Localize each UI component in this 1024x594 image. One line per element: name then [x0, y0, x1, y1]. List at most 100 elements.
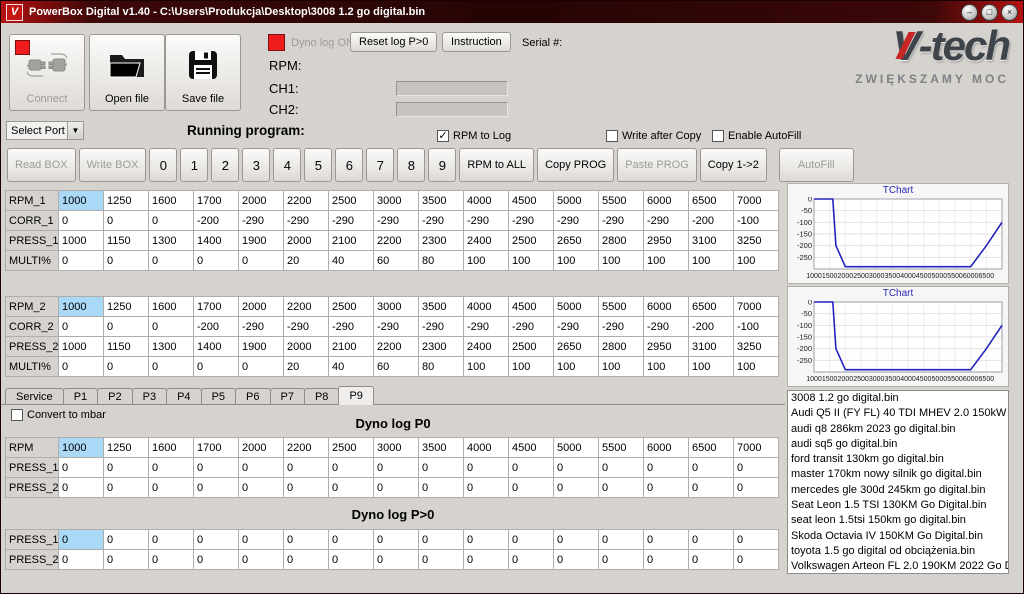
- grid-cell[interactable]: 0: [329, 530, 374, 550]
- file-list-item[interactable]: ford transit 130km go digital.bin: [788, 452, 1008, 467]
- grid-cell[interactable]: 2500: [509, 337, 554, 357]
- grid-cell[interactable]: -290: [464, 317, 509, 337]
- grid-cell[interactable]: 1000: [59, 191, 104, 211]
- grid-cell[interactable]: 2800: [599, 231, 644, 251]
- grid-cell[interactable]: 100: [734, 251, 779, 271]
- grid-cell[interactable]: 100: [554, 357, 599, 377]
- grid-cell[interactable]: 1700: [194, 297, 239, 317]
- grid-cell[interactable]: 0: [149, 458, 194, 478]
- grid-cell[interactable]: 2400: [464, 231, 509, 251]
- grid-cell[interactable]: 0: [644, 550, 689, 570]
- grid-cell[interactable]: 0: [329, 550, 374, 570]
- grid-cell[interactable]: -290: [284, 317, 329, 337]
- grid-cell[interactable]: 0: [689, 550, 734, 570]
- grid-cell[interactable]: 3000: [374, 297, 419, 317]
- maximize-button[interactable]: □: [981, 4, 998, 21]
- grid-cell[interactable]: 1300: [149, 231, 194, 251]
- grid-cell[interactable]: 2200: [284, 297, 329, 317]
- grid-cell[interactable]: 0: [104, 458, 149, 478]
- grid-cell[interactable]: 2400: [464, 337, 509, 357]
- grid-cell[interactable]: -290: [284, 211, 329, 231]
- grid-cell[interactable]: 2650: [554, 231, 599, 251]
- grid-cell[interactable]: 0: [284, 478, 329, 498]
- grid-cell[interactable]: 4500: [509, 438, 554, 458]
- grid-cell[interactable]: 100: [689, 251, 734, 271]
- grid-cell[interactable]: 3000: [374, 191, 419, 211]
- grid-cell[interactable]: 2100: [329, 231, 374, 251]
- file-list-item[interactable]: seat leon 1.5tsi 150km go digital.bin: [788, 513, 1008, 528]
- grid-cell[interactable]: 4500: [509, 191, 554, 211]
- grid-cell[interactable]: 1900: [239, 337, 284, 357]
- grid-cell[interactable]: 2500: [329, 191, 374, 211]
- grid-cell[interactable]: 0: [329, 458, 374, 478]
- grid-cell[interactable]: 0: [149, 211, 194, 231]
- copy-prog-button[interactable]: Copy PROG: [537, 148, 614, 182]
- file-list-item[interactable]: toyota 1.5 go digital od obciążenia.bin: [788, 544, 1008, 559]
- grid-cell[interactable]: 2300: [419, 231, 464, 251]
- grid-cell[interactable]: 5500: [599, 191, 644, 211]
- rpm-to-log-checkbox[interactable]: ✓ RPM to Log: [437, 130, 511, 142]
- grid-cell[interactable]: 0: [689, 530, 734, 550]
- grid-cell[interactable]: 2500: [509, 231, 554, 251]
- grid-cell[interactable]: 2300: [419, 337, 464, 357]
- grid-cell[interactable]: 1700: [194, 438, 239, 458]
- grid-cell[interactable]: 1250: [104, 297, 149, 317]
- grid-cell[interactable]: 0: [239, 530, 284, 550]
- grid-cell[interactable]: 0: [599, 478, 644, 498]
- grid-cell[interactable]: -290: [599, 317, 644, 337]
- paste-prog-button[interactable]: Paste PROG: [617, 148, 697, 182]
- grid-cell[interactable]: 7000: [734, 438, 779, 458]
- grid-cell[interactable]: 0: [104, 530, 149, 550]
- grid-cell[interactable]: 2950: [644, 231, 689, 251]
- grid-cell[interactable]: -290: [599, 211, 644, 231]
- grid-cell[interactable]: 4000: [464, 297, 509, 317]
- grid-cell[interactable]: 2500: [329, 297, 374, 317]
- grid-cell[interactable]: 0: [509, 458, 554, 478]
- grid-cell[interactable]: 60: [374, 357, 419, 377]
- digit-button-4[interactable]: 4: [273, 148, 301, 182]
- tab-p8[interactable]: P8: [304, 388, 339, 405]
- grid-cell[interactable]: -290: [329, 211, 374, 231]
- grid-cell[interactable]: 0: [149, 251, 194, 271]
- digit-button-6[interactable]: 6: [335, 148, 363, 182]
- grid-cell[interactable]: -290: [554, 317, 599, 337]
- select-port-dropdown[interactable]: Select Port ▼: [6, 121, 84, 140]
- grid-cell[interactable]: 100: [599, 357, 644, 377]
- grid-cell[interactable]: -290: [239, 317, 284, 337]
- grid-cell[interactable]: 0: [194, 478, 239, 498]
- digit-button-5[interactable]: 5: [304, 148, 332, 182]
- grid-cell[interactable]: 0: [509, 550, 554, 570]
- grid-cell[interactable]: 1400: [194, 337, 239, 357]
- grid-cell[interactable]: 3000: [374, 438, 419, 458]
- grid-cell[interactable]: 5000: [554, 191, 599, 211]
- grid-cell[interactable]: 0: [104, 550, 149, 570]
- grid-cell[interactable]: 0: [104, 478, 149, 498]
- grid-cell[interactable]: 2000: [284, 231, 329, 251]
- grid-cell[interactable]: 1000: [59, 297, 104, 317]
- grid-cell[interactable]: 1000: [59, 337, 104, 357]
- grid-cell[interactable]: 0: [194, 357, 239, 377]
- grid-cell[interactable]: 1700: [194, 191, 239, 211]
- digit-button-0[interactable]: 0: [149, 148, 177, 182]
- grid-cell[interactable]: 100: [509, 357, 554, 377]
- grid-cell[interactable]: 0: [284, 550, 329, 570]
- grid-cell[interactable]: 0: [59, 530, 104, 550]
- grid-cell[interactable]: 0: [149, 317, 194, 337]
- grid-cell[interactable]: 0: [59, 251, 104, 271]
- grid-cell[interactable]: 0: [554, 478, 599, 498]
- grid-cell[interactable]: 100: [464, 251, 509, 271]
- grid-cell[interactable]: 2650: [554, 337, 599, 357]
- grid-cell[interactable]: -290: [509, 211, 554, 231]
- grid-cell[interactable]: 6500: [689, 438, 734, 458]
- grid-cell[interactable]: 0: [59, 357, 104, 377]
- grid-cell[interactable]: 0: [239, 357, 284, 377]
- grid-cell[interactable]: 0: [734, 550, 779, 570]
- grid-cell[interactable]: 0: [59, 550, 104, 570]
- rpm-to-all-button[interactable]: RPM to ALL: [459, 148, 534, 182]
- grid-cell[interactable]: 0: [104, 317, 149, 337]
- file-list-item[interactable]: mercedes gle 300d 245km go digital.bin: [788, 483, 1008, 498]
- grid-cell[interactable]: 0: [419, 550, 464, 570]
- grid-cell[interactable]: 100: [554, 251, 599, 271]
- grid-cell[interactable]: 6000: [644, 297, 689, 317]
- grid-cell[interactable]: 1000: [59, 438, 104, 458]
